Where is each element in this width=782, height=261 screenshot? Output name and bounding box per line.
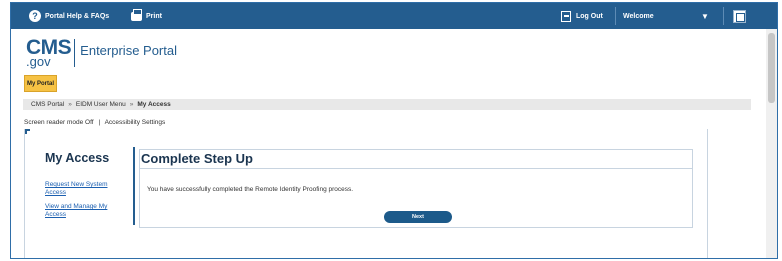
logout-label: Log Out (576, 12, 603, 20)
breadcrumb-separator: » (129, 101, 134, 108)
help-faq-link[interactable]: ? Portal Help & FAQs (29, 3, 109, 29)
logout-link[interactable]: Log Out (561, 3, 603, 29)
top-bar: ? Portal Help & FAQs Print Log Out Welco… (11, 3, 777, 29)
screen-reader-toggle[interactable]: Screen reader mode Off (24, 119, 94, 126)
breadcrumb-item[interactable]: CMS Portal (31, 101, 64, 108)
help-icon: ? (29, 10, 41, 22)
expand-button[interactable] (733, 3, 746, 29)
next-button[interactable]: Next (384, 211, 452, 223)
topbar-divider (615, 7, 616, 25)
topbar-divider (723, 7, 724, 25)
content-area: My Access Request New System Access View… (24, 129, 708, 258)
cms-wordmark: CMS .gov (26, 36, 72, 69)
sidebar-divider (133, 147, 135, 225)
print-label: Print (146, 12, 162, 20)
breadcrumb-item[interactable]: EIDM User Menu (76, 101, 126, 108)
request-new-access-link[interactable]: Request New System Access (45, 181, 125, 197)
reader-separator: | (98, 119, 101, 126)
view-manage-access-link[interactable]: View and Manage My Access (45, 203, 125, 219)
panel-header-divider (139, 168, 693, 169)
portal-name: Enterprise Portal (80, 43, 177, 58)
breadcrumb-separator: » (68, 101, 72, 108)
success-message: You have successfully completed the Remo… (147, 186, 354, 193)
welcome-label: Welcome (623, 12, 654, 20)
my-portal-button[interactable]: My Portal (24, 75, 57, 92)
accessibility-bar: Screen reader mode Off | Accessibility S… (24, 119, 165, 126)
chevron-down-icon[interactable]: ▼ (701, 3, 709, 29)
page-title: Complete Step Up (141, 151, 253, 166)
corner-marker (25, 129, 30, 134)
help-label: Portal Help & FAQs (45, 12, 110, 20)
printer-icon (131, 8, 142, 21)
vertical-scrollbar[interactable] (766, 29, 777, 258)
logout-icon (561, 10, 571, 22)
logo-divider (74, 38, 76, 67)
scrollbar-thumb[interactable] (768, 33, 775, 103)
sidebar-title: My Access (45, 151, 110, 165)
browser-frame: ? Portal Help & FAQs Print Log Out Welco… (10, 2, 778, 259)
cms-logo[interactable]: CMS .gov Enterprise Portal (26, 37, 177, 68)
welcome-menu[interactable]: Welcome (623, 3, 654, 29)
breadcrumb-current: My Access (137, 101, 171, 108)
print-link[interactable]: Print (131, 3, 162, 29)
breadcrumb: CMS Portal » EIDM User Menu » My Access (23, 99, 751, 110)
expand-icon (733, 9, 746, 23)
accessibility-settings-link[interactable]: Accessibility Settings (105, 119, 166, 126)
